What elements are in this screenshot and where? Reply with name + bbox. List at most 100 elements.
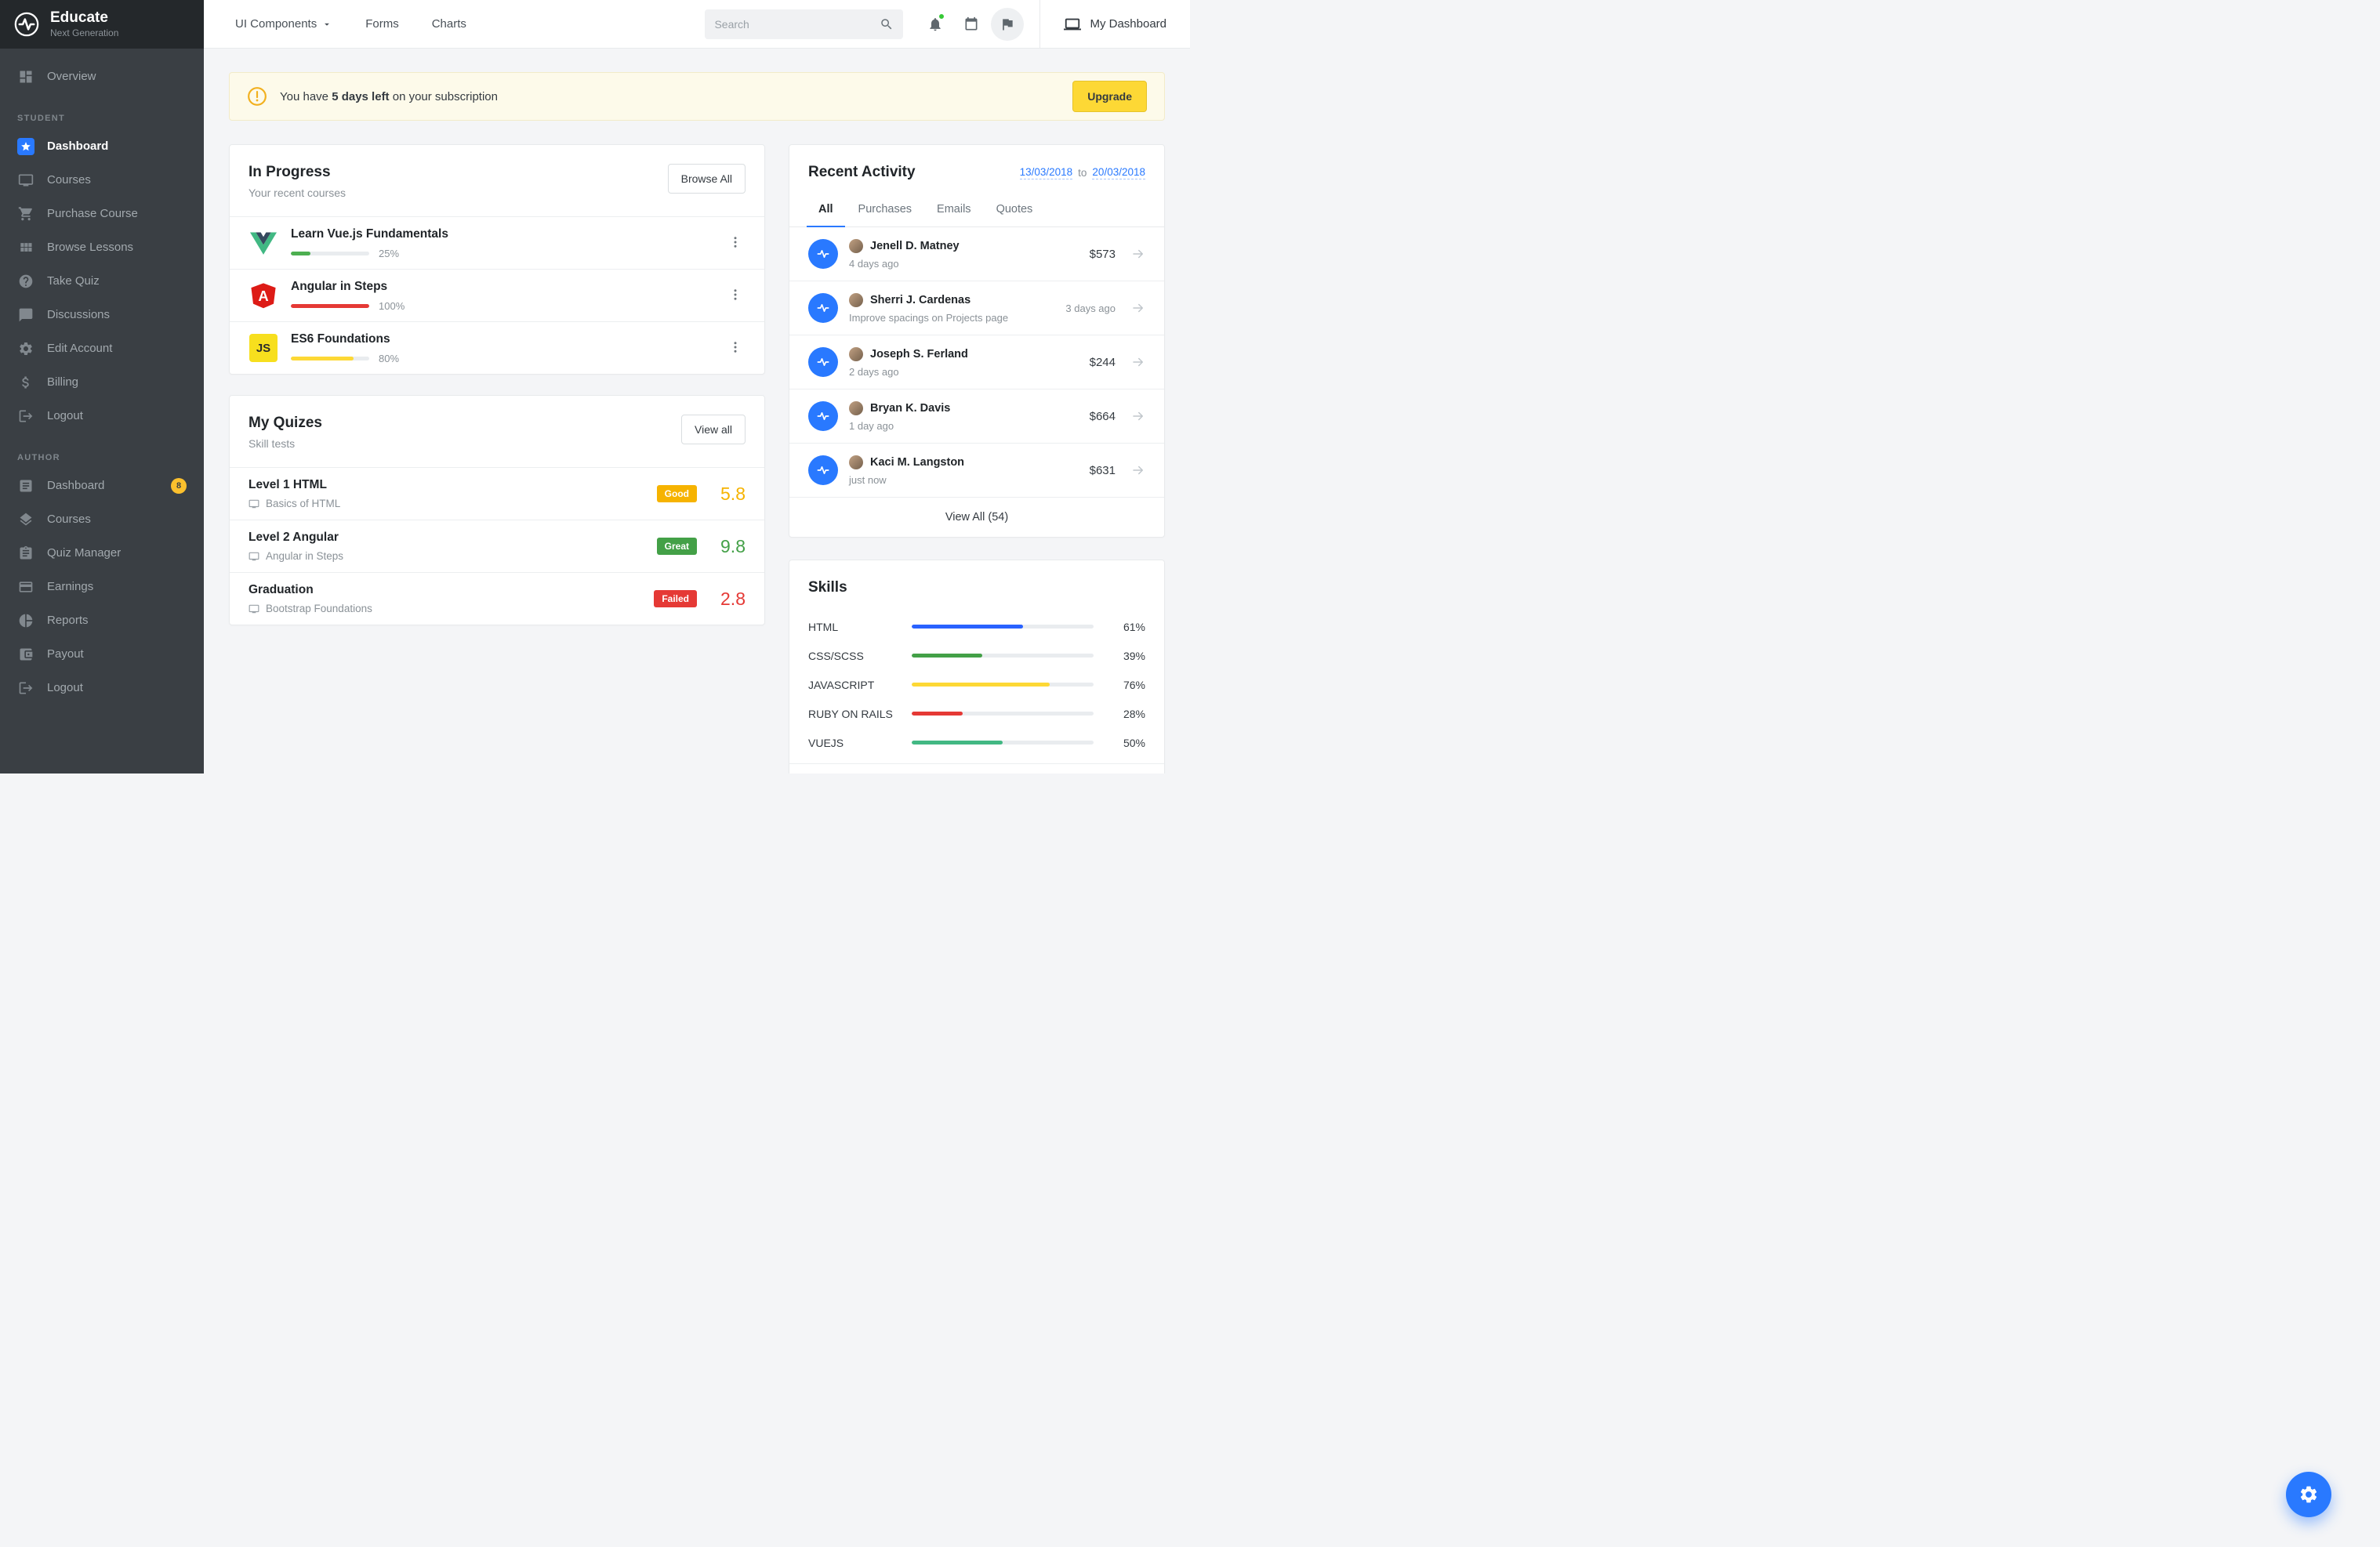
nav-ui-components[interactable]: UI Components	[235, 17, 332, 31]
activity-amount: $573	[1090, 248, 1116, 261]
card-subtitle: Skill tests	[249, 437, 322, 450]
my-dashboard-link[interactable]: My Dashboard	[1039, 0, 1190, 48]
sidebar-item-payout[interactable]: Payout	[0, 637, 204, 671]
activity-row[interactable]: Kaci M. Langston just now $631	[789, 444, 1164, 498]
progress-fill	[291, 252, 310, 255]
alert-highlight: 5 days left	[332, 90, 389, 103]
sidebar-item-browse-lessons[interactable]: Browse Lessons	[0, 230, 204, 264]
sidebar-item-label: Browse Lessons	[47, 241, 133, 254]
arrow-right-icon[interactable]	[1131, 247, 1145, 261]
arrow-right-icon[interactable]	[1131, 355, 1145, 369]
more-options-icon[interactable]	[725, 284, 746, 307]
topbar: UI Components Forms Charts	[204, 0, 1190, 49]
course-name: Angular in Steps	[291, 280, 405, 294]
tab-emails[interactable]: Emails	[925, 195, 983, 227]
sidebar-item-courses-author[interactable]: Courses	[0, 502, 204, 536]
sidebar-item-edit-account[interactable]: Edit Account	[0, 332, 204, 365]
activity-name: Kaci M. Langston	[870, 456, 964, 469]
sidebar-item-discussions[interactable]: Discussions	[0, 298, 204, 332]
course-name: Learn Vue.js Fundamentals	[291, 227, 448, 241]
nav-forms[interactable]: Forms	[365, 17, 399, 31]
notification-dot	[938, 13, 945, 20]
skill-progress-fill	[912, 741, 1003, 745]
skill-label: RUBY ON RAILS	[808, 708, 912, 720]
skills-header: Skills	[789, 560, 1164, 607]
notifications-bell-button[interactable]	[919, 8, 952, 41]
skill-row: CSS/SCSS 39%	[808, 641, 1145, 670]
brand-pulse-icon	[808, 455, 838, 485]
sidebar-item-logout-author[interactable]: Logout	[0, 671, 204, 705]
sidebar-item-dashboard-student[interactable]: Dashboard	[0, 129, 204, 163]
sidebar-item-overview[interactable]: Overview	[0, 60, 204, 93]
subscription-alert: You have 5 days left on your subscriptio…	[229, 72, 1165, 121]
recent-activity-header: Recent Activity 13/03/2018 to 20/03/2018	[789, 145, 1164, 195]
sidebar-item-logout-student[interactable]: Logout	[0, 399, 204, 433]
date-to-link[interactable]: 20/03/2018	[1092, 166, 1145, 179]
quiz-course: Basics of HTML	[266, 498, 340, 509]
skill-percent: 39%	[1112, 650, 1145, 662]
upgrade-button[interactable]: Upgrade	[1072, 81, 1147, 112]
sidebar-item-take-quiz[interactable]: Take Quiz	[0, 264, 204, 298]
nav-charts[interactable]: Charts	[432, 17, 466, 31]
calendar-button[interactable]	[955, 8, 988, 41]
arrow-right-icon[interactable]	[1131, 463, 1145, 477]
sidebar-item-label: Edit Account	[47, 342, 112, 355]
tab-all[interactable]: All	[807, 195, 845, 227]
skill-row: JAVASCRIPT 76%	[808, 670, 1145, 699]
date-from-link[interactable]: 13/03/2018	[1020, 166, 1073, 179]
activity-row[interactable]: Bryan K. Davis 1 day ago $664	[789, 389, 1164, 444]
alert-suffix: on your subscription	[393, 90, 498, 103]
warning-icon	[247, 86, 267, 107]
arrow-right-icon[interactable]	[1131, 409, 1145, 423]
skill-percent: 50%	[1112, 737, 1145, 749]
sidebar-item-label: Dashboard	[47, 479, 104, 492]
sidebar-item-dashboard-author[interactable]: Dashboard 8	[0, 469, 204, 502]
view-all-quizes-button[interactable]: View all	[681, 415, 746, 444]
payment-card-icon	[17, 578, 34, 596]
activity-amount: $244	[1090, 356, 1116, 369]
quiz-course: Bootstrap Foundations	[266, 603, 372, 614]
vuejs-logo-icon	[249, 228, 278, 258]
course-info: ES6 Foundations 80%	[291, 332, 399, 364]
course-row: JS ES6 Foundations 80%	[230, 321, 764, 374]
browse-all-button[interactable]: Browse All	[668, 164, 746, 194]
flag-button[interactable]	[991, 8, 1024, 41]
mini-monitor-icon	[249, 551, 259, 562]
brand-title: Educate	[50, 9, 118, 27]
sidebar-item-billing[interactable]: Billing	[0, 365, 204, 399]
avatar	[849, 401, 863, 415]
arrow-right-icon[interactable]	[1131, 301, 1145, 315]
quiz-row: Level 2 Angular Angular in Steps Great 9…	[230, 520, 764, 572]
sidebar-item-quiz-manager[interactable]: Quiz Manager	[0, 536, 204, 570]
tab-quotes[interactable]: Quotes	[985, 195, 1045, 227]
sidebar-section-student: STUDENT	[0, 107, 204, 129]
avatar	[849, 455, 863, 469]
quiz-result-badge: Great	[657, 538, 697, 555]
sidebar-item-label: Courses	[47, 513, 91, 526]
more-options-icon[interactable]	[725, 337, 746, 360]
sidebar-item-purchase-course[interactable]: Purchase Course	[0, 197, 204, 230]
sidebar-item-reports[interactable]: Reports	[0, 603, 204, 637]
tab-purchases[interactable]: Purchases	[847, 195, 924, 227]
activity-name: Sherri J. Cardenas	[870, 294, 971, 306]
sidebar-item-earnings[interactable]: Earnings	[0, 570, 204, 603]
activity-row[interactable]: Sherri J. Cardenas Improve spacings on P…	[789, 281, 1164, 335]
skills-view-all-link[interactable]: View All	[789, 763, 1164, 774]
brand-pulse-icon	[13, 10, 41, 38]
activity-row[interactable]: Jenell D. Matney 4 days ago $573	[789, 227, 1164, 281]
quiz-result-badge: Good	[657, 485, 697, 502]
activity-view-all-link[interactable]: View All (54)	[789, 498, 1164, 537]
card-title: My Quizes	[249, 415, 322, 432]
brand-header[interactable]: Educate Next Generation	[0, 0, 204, 49]
overview-icon	[17, 68, 34, 85]
cart-icon	[17, 205, 34, 223]
card-subtitle: Your recent courses	[249, 187, 346, 199]
sidebar-item-courses-student[interactable]: Courses	[0, 163, 204, 197]
search-input[interactable]	[714, 18, 880, 31]
sidebar-section-author: AUTHOR	[0, 447, 204, 469]
app-root: Educate Next Generation Overview STUDENT…	[0, 0, 1190, 774]
logout-icon	[17, 679, 34, 697]
more-options-icon[interactable]	[725, 232, 746, 255]
search-icon[interactable]	[880, 17, 894, 31]
activity-row[interactable]: Joseph S. Ferland 2 days ago $244	[789, 335, 1164, 389]
